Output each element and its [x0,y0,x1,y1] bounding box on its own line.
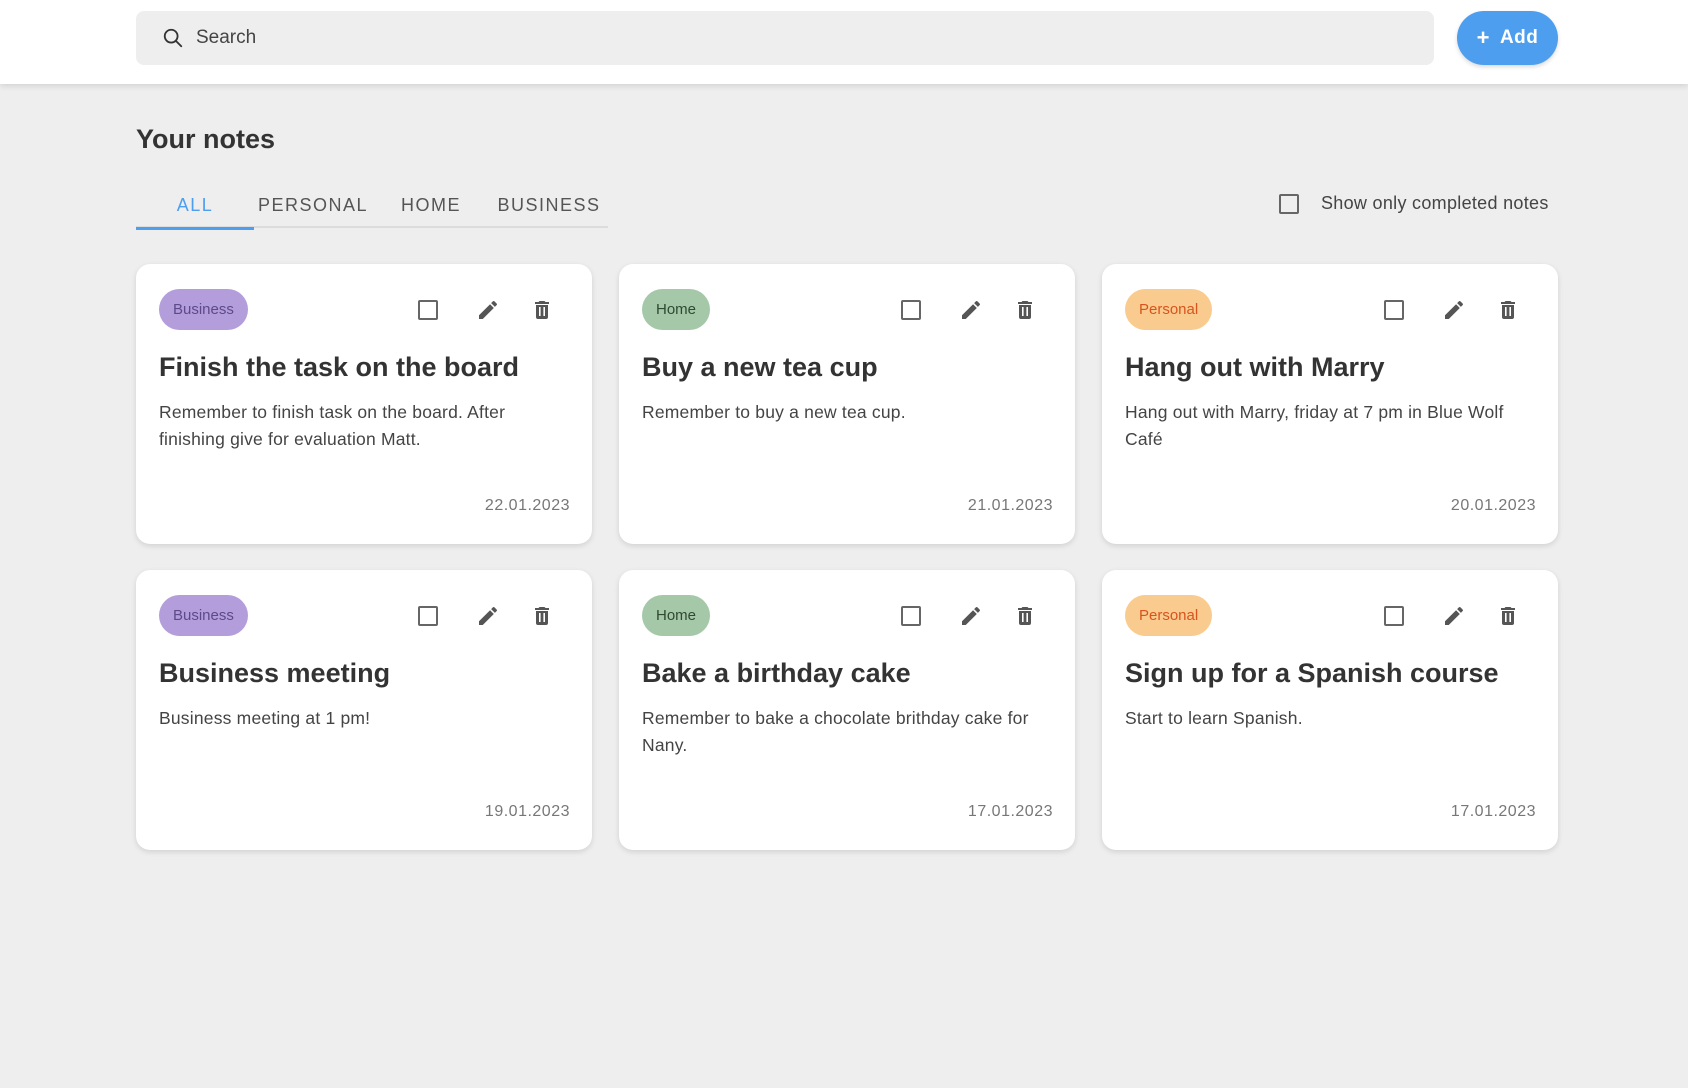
edit-icon[interactable] [959,604,983,628]
edit-icon[interactable] [476,604,500,628]
note-title: Business meeting [159,658,391,688]
search-bar[interactable] [136,11,1434,65]
delete-icon[interactable] [1013,604,1037,628]
tab-label: PERSONAL [257,195,369,215]
note-title: Hang out with Marry [1125,352,1385,382]
edit-icon[interactable] [1442,604,1466,628]
note-card: Business Finish the task on the board Re… [136,264,592,544]
completed-filter-checkbox[interactable] [1279,193,1299,214]
tab-home[interactable]: HOME [372,188,490,228]
complete-checkbox[interactable] [418,300,438,320]
note-date: 17.01.2023 [967,803,1053,820]
note-date: 22.01.2023 [484,497,570,514]
completed-filter-label: Show only completed notes [1321,193,1549,213]
search-input[interactable] [196,27,1396,49]
completed-filter[interactable]: Show only completed notes [1279,193,1549,214]
note-title: Sign up for a Spanish course [1125,658,1499,688]
note-title: Bake a birthday cake [642,658,911,688]
delete-icon[interactable] [1013,298,1037,322]
complete-checkbox[interactable] [901,300,921,320]
complete-checkbox[interactable] [1384,300,1404,320]
note-card: Home Bake a birthday cake Remember to ba… [619,570,1075,850]
note-card: Personal Sign up for a Spanish course St… [1102,570,1558,850]
note-date: 17.01.2023 [1450,803,1536,820]
tab-label: ALL [176,195,214,215]
edit-icon[interactable] [959,298,983,322]
tab-business[interactable]: BUSINESS [490,188,608,228]
category-badge: Home [642,289,711,330]
category-badge: Personal [1125,289,1213,330]
note-description: Business meeting at 1 pm! [159,708,371,728]
edit-icon[interactable] [476,298,500,322]
complete-checkbox[interactable] [901,606,921,626]
notes-grid: Business Finish the task on the board Re… [136,264,1558,854]
search-icon [163,28,183,48]
note-date: 20.01.2023 [1450,497,1536,514]
category-badge: Business [159,595,248,636]
delete-icon[interactable] [1496,604,1520,628]
delete-icon[interactable] [530,604,554,628]
tab-label: BUSINESS [497,195,601,215]
add-button-label: Add [1499,27,1539,48]
tab-all[interactable]: ALL [136,188,254,230]
note-description: Remember to finish task on the board. Af… [159,402,506,449]
category-tabs: ALL PERSONAL HOME BUSINESS [136,188,608,230]
category-badge: Home [642,595,711,636]
category-badge: Personal [1125,595,1213,636]
note-card: Business Business meeting Business meeti… [136,570,592,850]
note-card: Home Buy a new tea cup Remember to buy a… [619,264,1075,544]
plus-icon: + [1476,25,1490,50]
note-title: Finish the task on the board [159,352,520,382]
note-title: Buy a new tea cup [642,352,878,382]
note-description: Start to learn Spanish. [1125,708,1303,728]
category-badge: Business [159,289,248,330]
add-button[interactable]: + Add [1457,11,1558,65]
note-card: Personal Hang out with Marry Hang out wi… [1102,264,1558,544]
note-date: 21.01.2023 [967,497,1053,514]
note-description: Remember to buy a new tea cup. [642,402,906,422]
note-date: 19.01.2023 [484,803,570,820]
delete-icon[interactable] [1496,298,1520,322]
complete-checkbox[interactable] [418,606,438,626]
tab-personal[interactable]: PERSONAL [254,188,372,228]
edit-icon[interactable] [1442,298,1466,322]
note-description: Hang out with Marry, friday at 7 pm in B… [1125,402,1504,449]
delete-icon[interactable] [530,298,554,322]
complete-checkbox[interactable] [1384,606,1404,626]
page-title: Your notes [136,124,276,154]
top-bar: + Add [0,0,1688,84]
tab-label: HOME [401,195,461,215]
note-description: Remember to bake a chocolate brithday ca… [642,708,1029,755]
